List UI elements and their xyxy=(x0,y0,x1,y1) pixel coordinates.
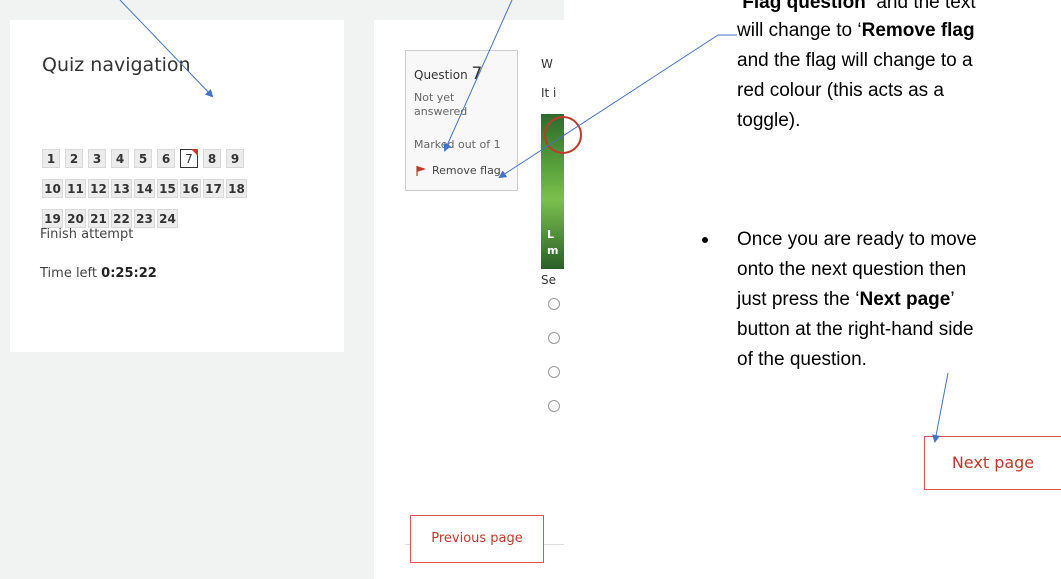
question-nav-button[interactable]: 2 xyxy=(65,149,83,168)
question-nav-button[interactable]: 24 xyxy=(157,209,178,228)
question-marks: Marked out of 1 xyxy=(414,138,501,151)
instruction-line: onto the next question then xyxy=(737,259,967,280)
question-nav-button[interactable]: 22 xyxy=(111,209,132,228)
question-label-text: Question xyxy=(414,68,468,82)
question-nav-button[interactable]: 12 xyxy=(88,179,109,198)
instruction-line: and the flag will change to a xyxy=(737,50,973,71)
question-nav-button[interactable]: 15 xyxy=(157,179,178,198)
question-nav-button[interactable]: 16 xyxy=(180,179,201,198)
instruction-line: will change to ‘Remove flag xyxy=(737,20,975,41)
question-nav-button[interactable]: 19 xyxy=(42,209,63,228)
instruction-line: of the question. xyxy=(737,349,867,370)
question-nav-button[interactable]: 1 xyxy=(42,149,60,168)
question-nav-button[interactable]: 21 xyxy=(88,209,109,228)
arrow-to-next-button xyxy=(932,372,949,443)
instruction-line: red colour (this acts as a xyxy=(737,80,944,101)
question-number-label: Question 7 xyxy=(414,64,482,84)
image-caption-line: L xyxy=(547,228,555,241)
question-nav-button[interactable]: 23 xyxy=(134,209,155,228)
question-text-line: W xyxy=(541,57,553,71)
image-logo-circle xyxy=(544,116,582,154)
select-one-label: Se xyxy=(541,273,556,287)
question-nav-button[interactable]: 8 xyxy=(203,149,221,168)
instruction-line: Once you are ready to move xyxy=(737,229,977,250)
time-left: Time left 0:25:22 xyxy=(40,266,157,281)
question-text-line: It i xyxy=(541,86,557,100)
image-caption: Lm xyxy=(547,227,558,259)
image-caption-line: m xyxy=(547,244,559,257)
question-nav-button[interactable]: 9 xyxy=(226,149,244,168)
question-nav-button[interactable]: 20 xyxy=(65,209,86,228)
time-left-label: Time left xyxy=(40,266,98,281)
quiz-navigation-title: Quiz navigation xyxy=(42,54,191,76)
question-nav-button[interactable]: 14 xyxy=(134,179,155,198)
question-status: Not yet answered xyxy=(414,91,468,118)
time-left-value: 0:25:22 xyxy=(101,266,157,281)
question-nav-button[interactable]: 5 xyxy=(134,149,152,168)
answer-radio[interactable] xyxy=(548,366,560,378)
instruction-line: just press the ‘Next page’ xyxy=(737,289,955,310)
question-nav-button[interactable]: 18 xyxy=(226,179,247,198)
question-nav-button[interactable]: 13 xyxy=(111,179,132,198)
instruction-line: ‘Flag question’ and the text xyxy=(737,0,976,13)
question-nav-button[interactable]: 11 xyxy=(65,179,86,198)
next-page-button[interactable]: Next page xyxy=(924,436,1061,490)
question-nav-button[interactable]: 3 xyxy=(88,149,106,168)
answer-radio[interactable] xyxy=(548,332,560,344)
finish-attempt-link[interactable]: Finish attempt xyxy=(40,227,133,242)
instruction-line: button at the right-hand side xyxy=(737,319,974,340)
question-number: 7 xyxy=(471,64,483,84)
instruction-line: toggle). xyxy=(737,110,801,131)
answer-radio[interactable] xyxy=(548,400,560,412)
question-nav-button[interactable]: 10 xyxy=(42,179,63,198)
question-nav-button[interactable]: 6 xyxy=(157,149,175,168)
remove-flag-link[interactable]: Remove flag xyxy=(432,164,501,177)
bullet-icon xyxy=(702,237,708,243)
previous-page-button[interactable]: Previous page xyxy=(410,515,544,563)
answer-radio[interactable] xyxy=(548,298,560,310)
question-nav-button[interactable]: 4 xyxy=(111,149,129,168)
flag-icon[interactable] xyxy=(416,166,426,176)
question-nav-button[interactable]: 7 xyxy=(180,149,198,168)
question-nav-button[interactable]: 17 xyxy=(203,179,224,198)
